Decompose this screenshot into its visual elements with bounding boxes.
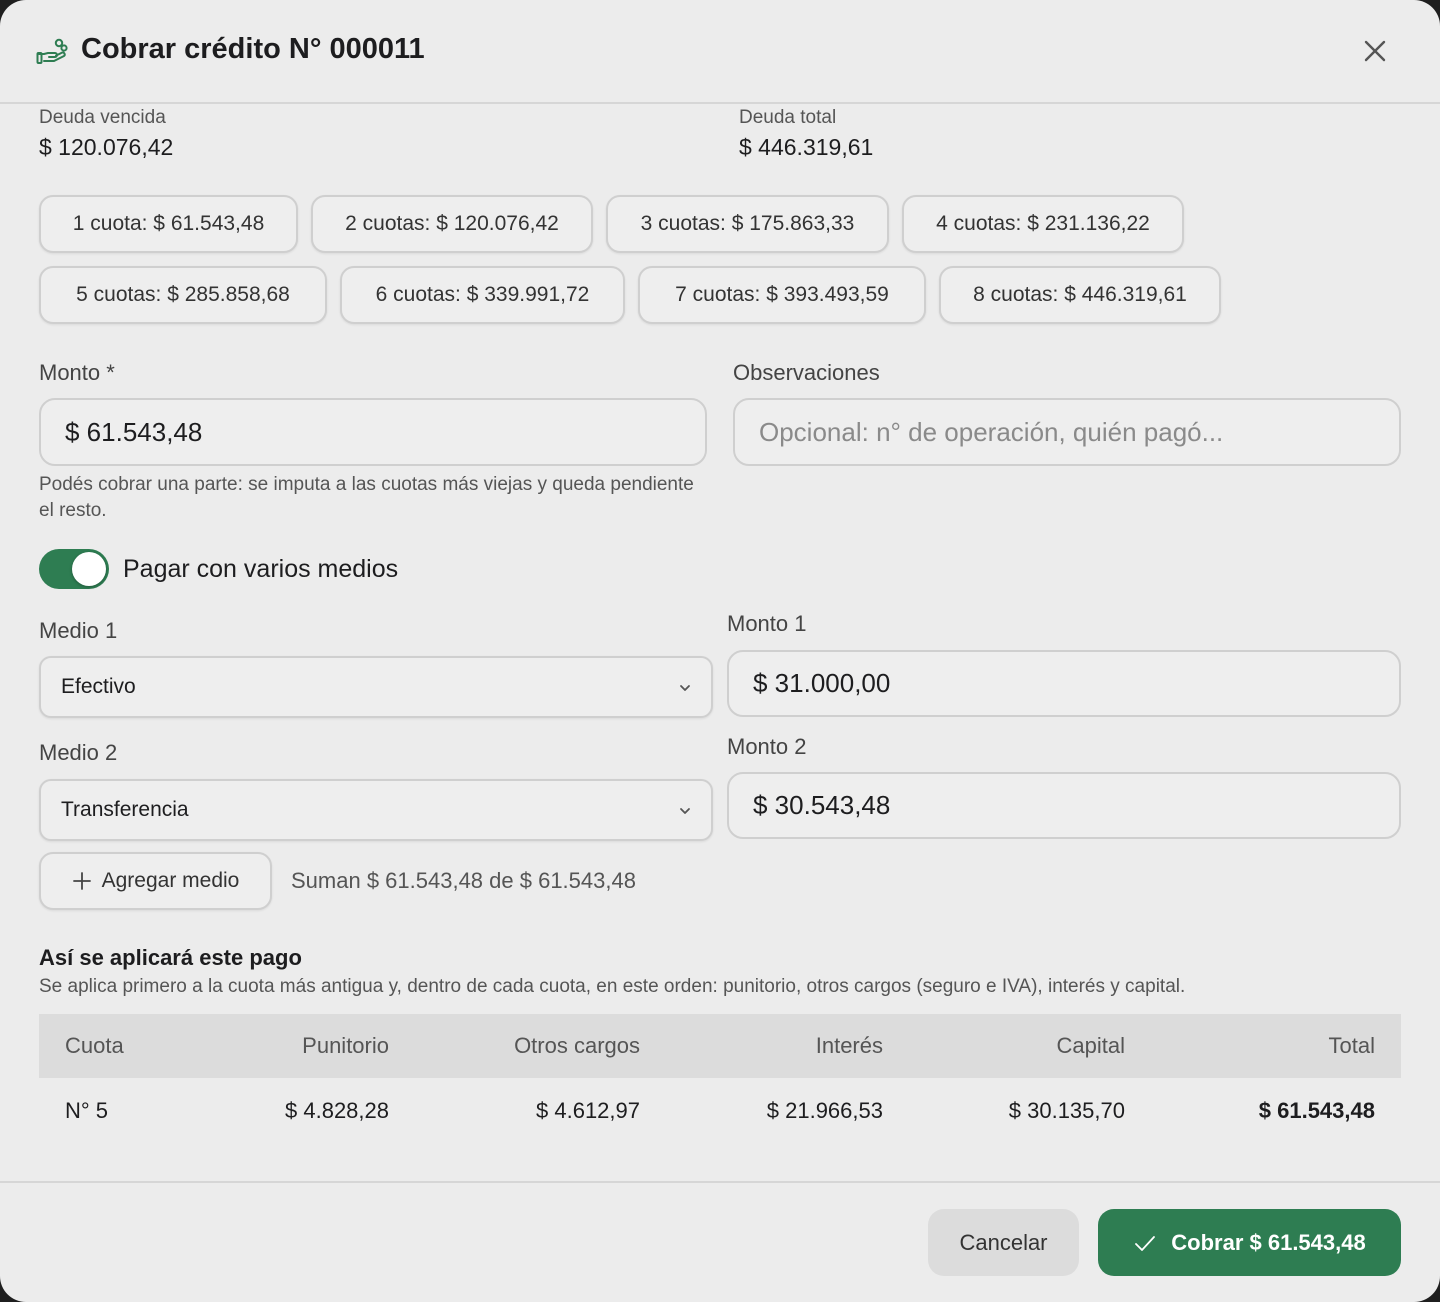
amount-2-input[interactable]: $ 30.543,48 xyxy=(727,772,1401,839)
method-2-label: Medio 2 xyxy=(39,740,118,765)
method-1-label: Medio 1 xyxy=(39,618,118,643)
cell-punitorio: $ 4.828,28 xyxy=(285,1098,389,1123)
amount-input[interactable]: $ 61.543,48 xyxy=(39,398,707,466)
multi-pay-toggle[interactable] xyxy=(39,549,109,589)
cell-cuota: N° 5 xyxy=(65,1098,109,1123)
column-header-otros-cargos: Otros cargos xyxy=(514,1033,640,1058)
modal-header: Cobrar crédito N° 000011 xyxy=(0,0,1440,104)
add-method-label: Agregar medio xyxy=(101,869,240,892)
amount-help-text: Podés cobrar una parte: se imputa a las … xyxy=(39,474,694,521)
column-header-capital: Capital xyxy=(1056,1033,1125,1058)
add-method-button[interactable]: Agregar medio xyxy=(39,852,272,910)
amount-2-label: Monto 2 xyxy=(727,734,807,759)
multi-pay-label: Pagar con varios medios xyxy=(123,555,399,583)
application-table: Cuota Punitorio Otros cargos Interés Cap… xyxy=(39,1014,1401,1144)
column-header-punitorio: Punitorio xyxy=(302,1033,389,1058)
chevron-down-icon xyxy=(680,685,690,691)
hand-coins-icon xyxy=(36,38,68,64)
column-header-total: Total xyxy=(1328,1033,1375,1058)
installment-chip-8[interactable]: 8 cuotas: $ 446.319,61 xyxy=(939,266,1221,324)
notes-input[interactable]: Opcional: n° de operación, quién pagó... xyxy=(733,398,1401,466)
table-row: N° 5 $ 4.828,28 $ 4.612,97 $ 21.966,53 $… xyxy=(39,1078,1401,1144)
installment-chip-5[interactable]: 5 cuotas: $ 285.858,68 xyxy=(39,266,327,324)
plus-icon xyxy=(72,872,91,890)
table-header: Cuota Punitorio Otros cargos Interés Cap… xyxy=(39,1014,1401,1078)
cell-capital: $ 30.135,70 xyxy=(1008,1098,1125,1123)
method-2-select[interactable]: Transferencia xyxy=(39,779,713,841)
cell-otros-cargos: $ 4.612,97 xyxy=(536,1098,640,1123)
installment-chip-2[interactable]: 2 cuotas: $ 120.076,42 xyxy=(311,195,593,253)
amount-label: Monto * xyxy=(39,360,115,385)
cell-total: $ 61.543,48 xyxy=(1258,1098,1375,1123)
confirm-payment-label: Cobrar $ 61.543,48 xyxy=(1171,1229,1366,1255)
method-1-value: Efectivo xyxy=(61,675,136,698)
cancel-button[interactable]: Cancelar xyxy=(928,1209,1079,1276)
method-2-value: Transferencia xyxy=(61,798,189,821)
payment-sum-text: Suman $ 61.543,48 de $ 61.543,48 xyxy=(291,868,636,893)
notes-label: Observaciones xyxy=(733,360,880,385)
application-title: Así se aplicará este pago xyxy=(39,945,302,970)
column-header-interes: Interés xyxy=(815,1033,883,1058)
total-debt-label: Deuda total xyxy=(739,107,837,128)
check-icon xyxy=(1135,1235,1156,1251)
total-debt-value: $ 446.319,61 xyxy=(739,134,874,160)
toggle-knob xyxy=(72,552,106,586)
amount-1-label: Monto 1 xyxy=(727,611,807,636)
method-1-select[interactable]: Efectivo xyxy=(39,656,713,718)
payment-modal: Cobrar crédito N° 000011 Deuda vencida $… xyxy=(0,0,1440,1302)
installment-chip-1[interactable]: 1 cuota: $ 61.543,48 xyxy=(39,195,298,253)
application-description: Se aplica primero a la cuota más antigua… xyxy=(39,976,1186,997)
column-header-cuota: Cuota xyxy=(65,1033,124,1058)
modal-title: Cobrar crédito N° 000011 xyxy=(81,33,425,65)
installment-chip-7[interactable]: 7 cuotas: $ 393.493,59 xyxy=(638,266,926,324)
overdue-debt-value: $ 120.076,42 xyxy=(39,134,174,160)
amount-1-input[interactable]: $ 31.000,00 xyxy=(727,650,1401,717)
confirm-payment-button[interactable]: Cobrar $ 61.543,48 xyxy=(1098,1209,1401,1276)
cell-interes: $ 21.966,53 xyxy=(766,1098,883,1123)
close-icon[interactable] xyxy=(1360,36,1390,66)
overdue-debt-label: Deuda vencida xyxy=(39,107,166,128)
installment-chip-3[interactable]: 3 cuotas: $ 175.863,33 xyxy=(606,195,889,253)
chevron-down-icon xyxy=(680,808,690,814)
installment-chip-4[interactable]: 4 cuotas: $ 231.136,22 xyxy=(902,195,1184,253)
installment-chip-6[interactable]: 6 cuotas: $ 339.991,72 xyxy=(340,266,625,324)
